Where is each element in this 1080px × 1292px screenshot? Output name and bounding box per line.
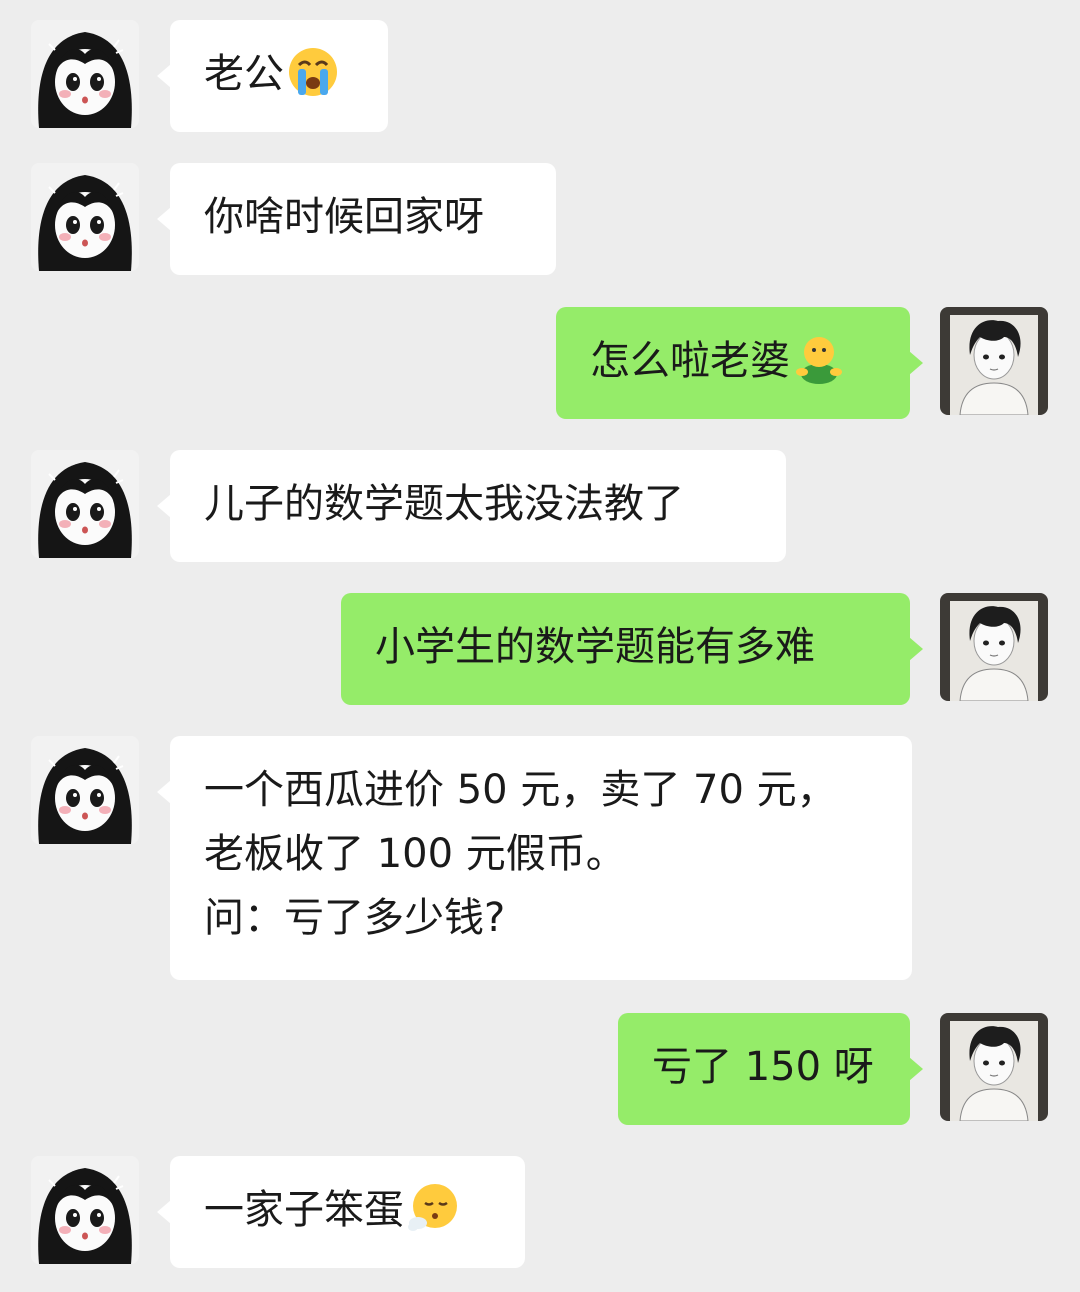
crying-face-emoji: [289, 48, 337, 96]
message-text-line: 一个西瓜进价 50 元，卖了 70 元，: [204, 767, 837, 813]
wife-avatar[interactable]: [31, 20, 139, 128]
message-bubble[interactable]: 儿子的数学题太我没法教了: [157, 450, 786, 562]
message-text: 老公: [204, 51, 284, 97]
my-avatar[interactable]: [940, 1013, 1048, 1121]
message-bubble[interactable]: 一个西瓜进价 50 元，卖了 70 元， 老板收了 100 元假币。 问：亏了多…: [157, 736, 912, 980]
message-bubble[interactable]: 你啥时候回家呀: [157, 163, 556, 275]
face-exhaling-emoji: [408, 1184, 457, 1231]
message-text: 怎么啦老婆: [590, 338, 790, 384]
message-text: 亏了 150 呀: [652, 1044, 874, 1090]
green-figure-emoji: [796, 337, 842, 384]
wife-avatar[interactable]: [31, 450, 139, 558]
message-text: 小学生的数学题能有多难: [375, 624, 815, 670]
message-text: 一家子笨蛋: [204, 1187, 404, 1233]
message-text: 你啥时候回家呀: [204, 194, 484, 240]
wife-avatar[interactable]: [31, 163, 139, 271]
message-text-line: 老板收了 100 元假币。: [204, 831, 626, 877]
message-bubble[interactable]: 一家子笨蛋: [157, 1156, 525, 1268]
message-text: 儿子的数学题太我没法教了: [204, 481, 684, 527]
my-avatar[interactable]: [940, 307, 1048, 415]
message-bubble[interactable]: 怎么啦老婆: [556, 307, 923, 419]
wife-avatar[interactable]: [31, 1156, 139, 1264]
message-bubble[interactable]: 小学生的数学题能有多难: [341, 593, 923, 705]
chat-area[interactable]: 老公 你啥时候回家呀 怎么啦老婆 儿子的数学题太我没法教了 小学生的数学题能有多…: [0, 0, 1080, 1292]
message-text-line: 问：亏了多少钱?: [204, 895, 506, 941]
my-avatar[interactable]: [940, 593, 1048, 701]
message-bubble[interactable]: 老公: [157, 20, 388, 132]
message-bubble[interactable]: 亏了 150 呀: [618, 1013, 923, 1125]
wife-avatar[interactable]: [31, 736, 139, 844]
